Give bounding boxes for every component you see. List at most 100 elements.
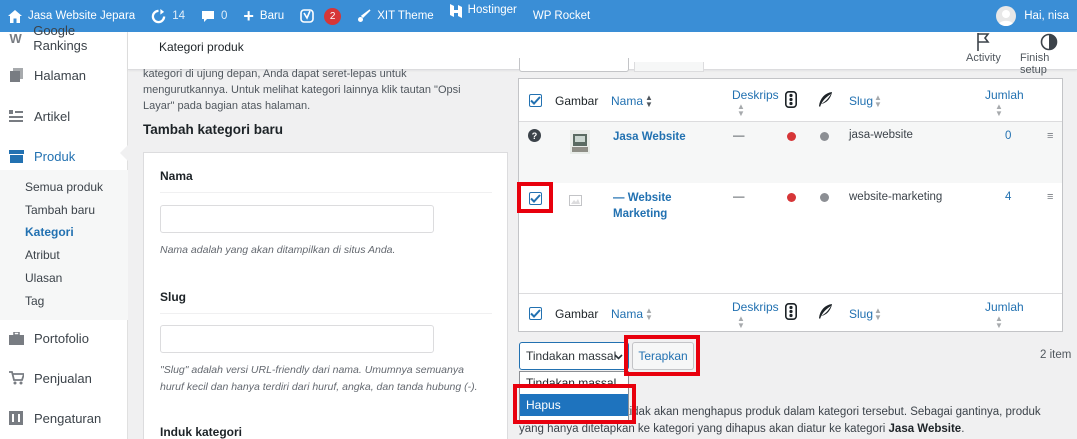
sort-arrows-icon[interactable]: ▲ ▼ xyxy=(995,315,1003,330)
hostinger-label: Hostinger xyxy=(467,4,517,16)
my-account-link[interactable]: Hai, nisa xyxy=(988,0,1077,32)
feather-icon xyxy=(817,303,833,323)
col-description[interactable]: Deskrips xyxy=(732,300,779,314)
status-dot-grey xyxy=(820,193,829,202)
submenu-tag[interactable]: Tag xyxy=(25,294,44,308)
refresh-icon xyxy=(151,8,166,24)
menu-portofolio[interactable]: Portofolio xyxy=(0,320,128,356)
activity-label: Activity xyxy=(966,52,1001,64)
wp-rocket-link[interactable]: WP Rocket xyxy=(525,0,598,32)
sort-arrows-icon[interactable]: ▲ ▼ xyxy=(995,103,1003,118)
menu-pengaturan[interactable]: Pengaturan xyxy=(0,400,128,436)
help-circle-icon[interactable]: ? xyxy=(528,129,541,145)
menu-label: Google Rankings xyxy=(33,23,88,53)
yoast-icon xyxy=(300,8,315,24)
delete-note-end: . xyxy=(961,423,965,435)
drag-handle-icon[interactable]: ≡ xyxy=(1047,191,1053,203)
name-input[interactable] xyxy=(160,205,434,233)
yoast-link[interactable]: 2 xyxy=(292,0,349,32)
menu-penjualan[interactable]: Penjualan xyxy=(0,360,128,396)
bulk-action-value: Tindakan massal xyxy=(526,349,617,363)
comments-link[interactable]: 0 xyxy=(193,0,235,32)
select-all-checkbox[interactable] xyxy=(529,94,542,107)
bulk-action-select[interactable]: Tindakan massal xyxy=(519,342,629,370)
w-icon: W xyxy=(9,30,22,46)
col-name[interactable]: Nama xyxy=(611,94,643,108)
sort-arrows-icon[interactable]: ▲ ▼ xyxy=(645,307,653,322)
sort-arrows-icon[interactable]: ▲ ▼ xyxy=(645,94,653,109)
menu-produk[interactable]: Produk xyxy=(0,138,128,174)
status-dot-red xyxy=(787,193,796,202)
col-description[interactable]: Deskrips xyxy=(732,88,779,102)
product-icon xyxy=(8,148,24,164)
menu-halaman[interactable]: Halaman xyxy=(0,57,128,93)
comments-count: 0 xyxy=(220,10,228,22)
category-slug: website-marketing xyxy=(849,191,943,203)
chevron-down-icon xyxy=(614,350,623,364)
briefcase-icon xyxy=(8,330,24,346)
col-slug[interactable]: Slug xyxy=(849,94,873,108)
submenu-kategori[interactable]: Kategori xyxy=(25,225,74,239)
sort-arrows-icon[interactable]: ▲ ▼ xyxy=(737,103,745,118)
cart-icon xyxy=(8,370,24,386)
submenu-semua-produk[interactable]: Semua produk xyxy=(25,180,103,194)
greeting: Hai, nisa xyxy=(1024,10,1069,22)
top-apply-partial[interactable] xyxy=(634,62,704,72)
menu-google-rankings[interactable]: W Google Rankings xyxy=(0,20,128,56)
menu-artikel[interactable]: Artikel xyxy=(0,98,128,134)
select-all-checkbox-footer[interactable] xyxy=(529,307,542,320)
activity-button[interactable]: Activity xyxy=(966,32,1001,64)
flag-icon xyxy=(976,32,991,52)
xit-theme-link[interactable]: XIT Theme xyxy=(349,0,441,32)
comment-icon xyxy=(201,10,215,23)
finish-setup-button[interactable]: Finish setup xyxy=(1020,32,1077,76)
add-category-form: Nama Nama adalah yang akan ditampilkan d… xyxy=(143,152,508,439)
menu-label: Produk xyxy=(34,148,76,164)
col-count[interactable]: Jumlah xyxy=(985,300,1024,314)
hostinger-link[interactable]: Hostinger xyxy=(442,0,525,32)
xit-theme-label: XIT Theme xyxy=(377,10,434,22)
category-name-link[interactable]: — Website Marketing xyxy=(613,190,703,222)
category-description: — xyxy=(733,191,745,203)
status-dot-grey xyxy=(820,132,829,141)
admin-bar: Jasa Website Jepara 14 0 + Baru 2 XIT Th… xyxy=(0,0,1077,32)
submenu-ulasan[interactable]: Ulasan xyxy=(25,271,62,285)
menu-label: Penjualan xyxy=(34,370,92,386)
sort-arrows-icon[interactable]: ▲ ▼ xyxy=(874,307,882,322)
slug-description: "Slug" adalah versi URL-friendly dari na… xyxy=(160,364,478,393)
highlight-delete-option xyxy=(513,384,636,424)
highlight-apply-button xyxy=(624,335,700,376)
page-icon xyxy=(8,67,24,83)
col-count[interactable]: Jumlah xyxy=(985,88,1024,102)
category-description: — xyxy=(733,130,745,142)
hostinger-icon xyxy=(449,4,462,18)
category-name-link[interactable]: Jasa Website xyxy=(613,129,686,145)
updates-count: 14 xyxy=(172,10,185,22)
sort-arrows-icon[interactable]: ▲ ▼ xyxy=(874,94,882,109)
submenu-atribut[interactable]: Atribut xyxy=(25,248,60,262)
name-description: Nama adalah yang akan ditampilkan di sit… xyxy=(160,244,396,256)
slug-input[interactable] xyxy=(160,325,434,353)
field-divider xyxy=(160,313,492,314)
col-slug[interactable]: Slug xyxy=(849,307,873,321)
progress-circle-icon xyxy=(1040,32,1058,52)
produk-submenu: Semua produk Tambah baru Kategori Atribu… xyxy=(0,170,128,320)
updates-link[interactable]: 14 xyxy=(143,0,193,32)
category-count-link[interactable]: 4 xyxy=(1005,191,1011,203)
post-icon xyxy=(8,108,24,124)
top-bulk-select-partial[interactable] xyxy=(519,58,629,72)
col-name[interactable]: Nama xyxy=(611,307,643,321)
categories-table: Gambar Nama ▲ ▼ Deskrips ▲ ▼ Slug ▲ ▼ Jumla… xyxy=(518,78,1063,332)
new-content-link[interactable]: + Baru xyxy=(235,0,292,32)
menu-label: Pengaturan xyxy=(34,410,102,426)
menu-label: Halaman xyxy=(34,67,87,83)
submenu-tambah-baru[interactable]: Tambah baru xyxy=(25,203,95,217)
row-divider xyxy=(519,293,1062,294)
category-thumbnail xyxy=(570,130,590,157)
sort-arrows-icon[interactable]: ▲ ▼ xyxy=(737,315,745,330)
category-count-link[interactable]: 0 xyxy=(1005,130,1011,142)
col-image: Gambar xyxy=(555,94,599,108)
drag-handle-icon[interactable]: ≡ xyxy=(1047,130,1053,142)
image-placeholder-icon xyxy=(569,194,582,209)
page-title: Kategori produk xyxy=(159,40,244,54)
